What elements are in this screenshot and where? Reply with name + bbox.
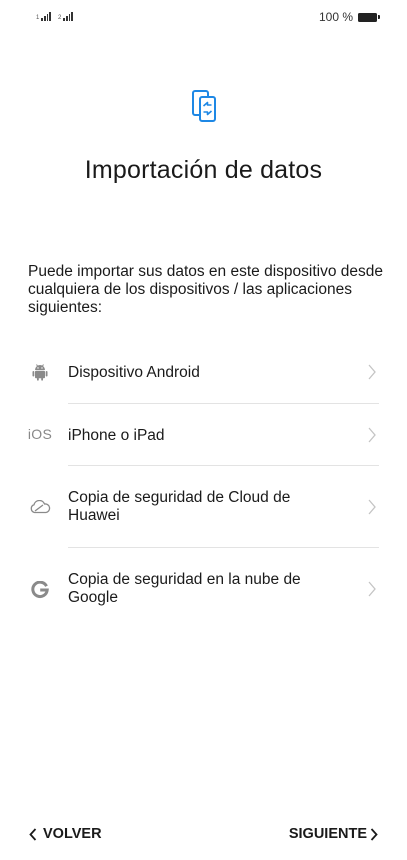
chevron-right-icon [370, 827, 378, 841]
option-android-label: Dispositivo Android [68, 364, 200, 381]
sim-2-label: 2 [58, 15, 62, 21]
description-text: Puede importar sus datos en este disposi… [28, 263, 383, 316]
next-button-label: SIGUIENTE [288, 826, 367, 842]
ios-icon: iOS [27, 426, 53, 442]
chevron-right-icon [368, 581, 376, 597]
battery-icon [358, 12, 380, 22]
sim-1-label: 1 [36, 15, 40, 21]
chevron-right-icon [368, 499, 376, 515]
cloud-icon [28, 500, 52, 514]
option-iphone-label: iPhone o iPad [68, 427, 165, 444]
option-android-device[interactable]: Dispositivo Android [0, 341, 407, 404]
chevron-right-icon [368, 427, 376, 443]
chevron-left-icon [29, 827, 37, 841]
battery-percentage: 100 % [318, 10, 353, 24]
back-button-label: VOLVER [43, 826, 102, 842]
status-bar: 1 2 100 % [0, 0, 407, 34]
option-google-backup[interactable]: Copia de seguridad en la nube de Google [0, 548, 407, 630]
next-button[interactable]: SIGUIENTE [289, 826, 378, 842]
google-icon [28, 581, 52, 599]
data-import-screen: 1 2 100 % Importación de datos Puede imp… [0, 0, 407, 860]
option-iphone-ipad[interactable]: iOS iPhone o iPad [0, 404, 407, 466]
page-title: Importación de datos [84, 156, 323, 184]
option-google-label: Copia de seguridad en la nube de Google [68, 571, 301, 606]
phone-transfer-icon [192, 90, 216, 122]
back-button[interactable]: VOLVER [29, 826, 102, 842]
battery-indicator: 100 % [318, 10, 380, 24]
import-source-list: Dispositivo Android iOS iPhone o iPad Co… [0, 341, 407, 630]
chevron-right-icon [368, 364, 376, 380]
signal-strength-sim2-icon: 2 [58, 12, 73, 21]
option-huawei-cloud-label: Copia de seguridad de Cloud de Huawei [68, 489, 291, 524]
android-icon [28, 363, 52, 381]
signal-strength-sim1-icon: 1 [36, 12, 51, 21]
option-huawei-cloud[interactable]: Copia de seguridad de Cloud de Huawei [0, 466, 407, 548]
